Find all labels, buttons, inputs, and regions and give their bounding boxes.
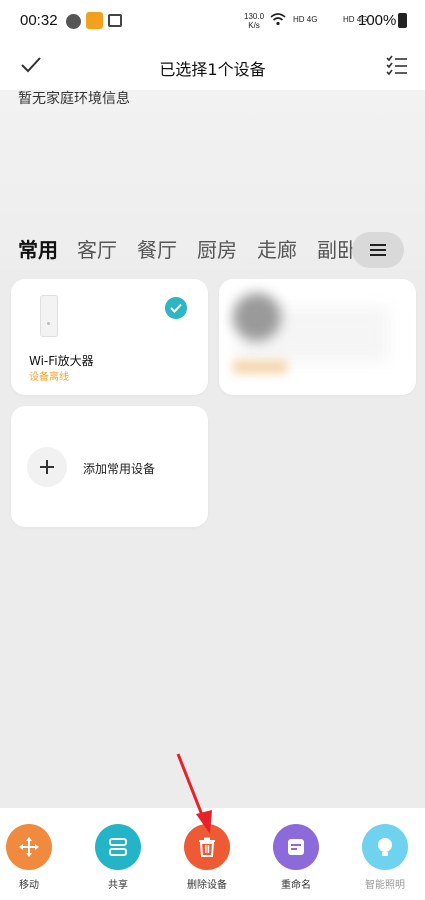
rename-icon [288,839,304,855]
move-label: 移动 [19,880,39,891]
menu-icon-line [370,254,386,256]
action-bar: 移动 共享 删除设备 重命名 智能照明 [0,808,425,900]
lightbulb-icon [378,838,392,856]
status-bar: 00:32 130.0 K/s HD 4G HD 4G 100% [0,0,425,44]
share-circle [95,824,141,870]
select-all-icon[interactable] [386,54,408,76]
network-type-1: HD 4G [293,15,318,24]
tab-hallway[interactable]: 走廊 [257,234,297,263]
share-button[interactable]: 共享 [83,824,153,898]
status-time: 00:32 [20,12,58,29]
device-card-wifi-extender[interactable]: Wi-Fi放大器 设备离线 [11,279,208,395]
device-card-blurred[interactable] [219,279,416,395]
home-environment-info: 暂无家庭环境信息 [18,91,130,107]
network-speed: 130.0 K/s [244,12,264,30]
battery-icon [398,13,407,28]
move-arrows-icon [19,837,39,857]
tab-common[interactable]: 常用 [18,234,58,263]
trash-icon [199,837,215,857]
tab-dining-room[interactable]: 餐厅 [137,234,177,263]
menu-icon-line [370,244,386,246]
blurred-device-icon [233,293,281,341]
rename-circle [273,824,319,870]
delete-device-label: 删除设备 [187,880,227,891]
delete-device-button[interactable]: 删除设备 [172,824,242,898]
rename-button[interactable]: 重命名 [261,824,331,898]
rename-label: 重命名 [281,880,311,891]
tab-second-bedroom[interactable]: 副卧 [317,234,357,263]
room-menu-button[interactable] [352,232,404,268]
smart-light-label: 智能照明 [365,880,405,891]
device-status: 设备离线 [29,372,69,383]
page-title: 已选择1个设备 [159,60,266,79]
menu-icon-line [370,249,386,251]
selection-toolbar: 已选择1个设备 [0,44,425,90]
device-name: Wi-Fi放大器 [29,354,94,368]
add-device-label: 添加常用设备 [83,462,156,476]
battery-level: 100% [358,12,397,29]
smart-light-circle [362,824,408,870]
network-speed-unit: K/s [248,21,260,30]
game-notification-icon [86,12,103,29]
share-icon [109,838,127,856]
app-notification-icon [66,14,81,29]
network-speed-value: 130.0 [244,12,265,21]
gallery-notification-icon [108,14,122,27]
selected-check-icon[interactable] [165,297,187,319]
add-icon [27,447,67,487]
delete-circle [184,824,230,870]
smart-light-button[interactable]: 智能照明 [350,824,420,898]
share-label: 共享 [108,880,128,891]
blurred-status [233,361,287,373]
wifi-icon [270,13,286,26]
tab-kitchen[interactable]: 厨房 [197,234,237,263]
wifi-extender-icon [40,295,58,337]
tab-living-room[interactable]: 客厅 [77,234,117,263]
move-circle [6,824,52,870]
move-button[interactable]: 移动 [0,824,64,898]
add-device-card[interactable]: 添加常用设备 [11,406,208,527]
